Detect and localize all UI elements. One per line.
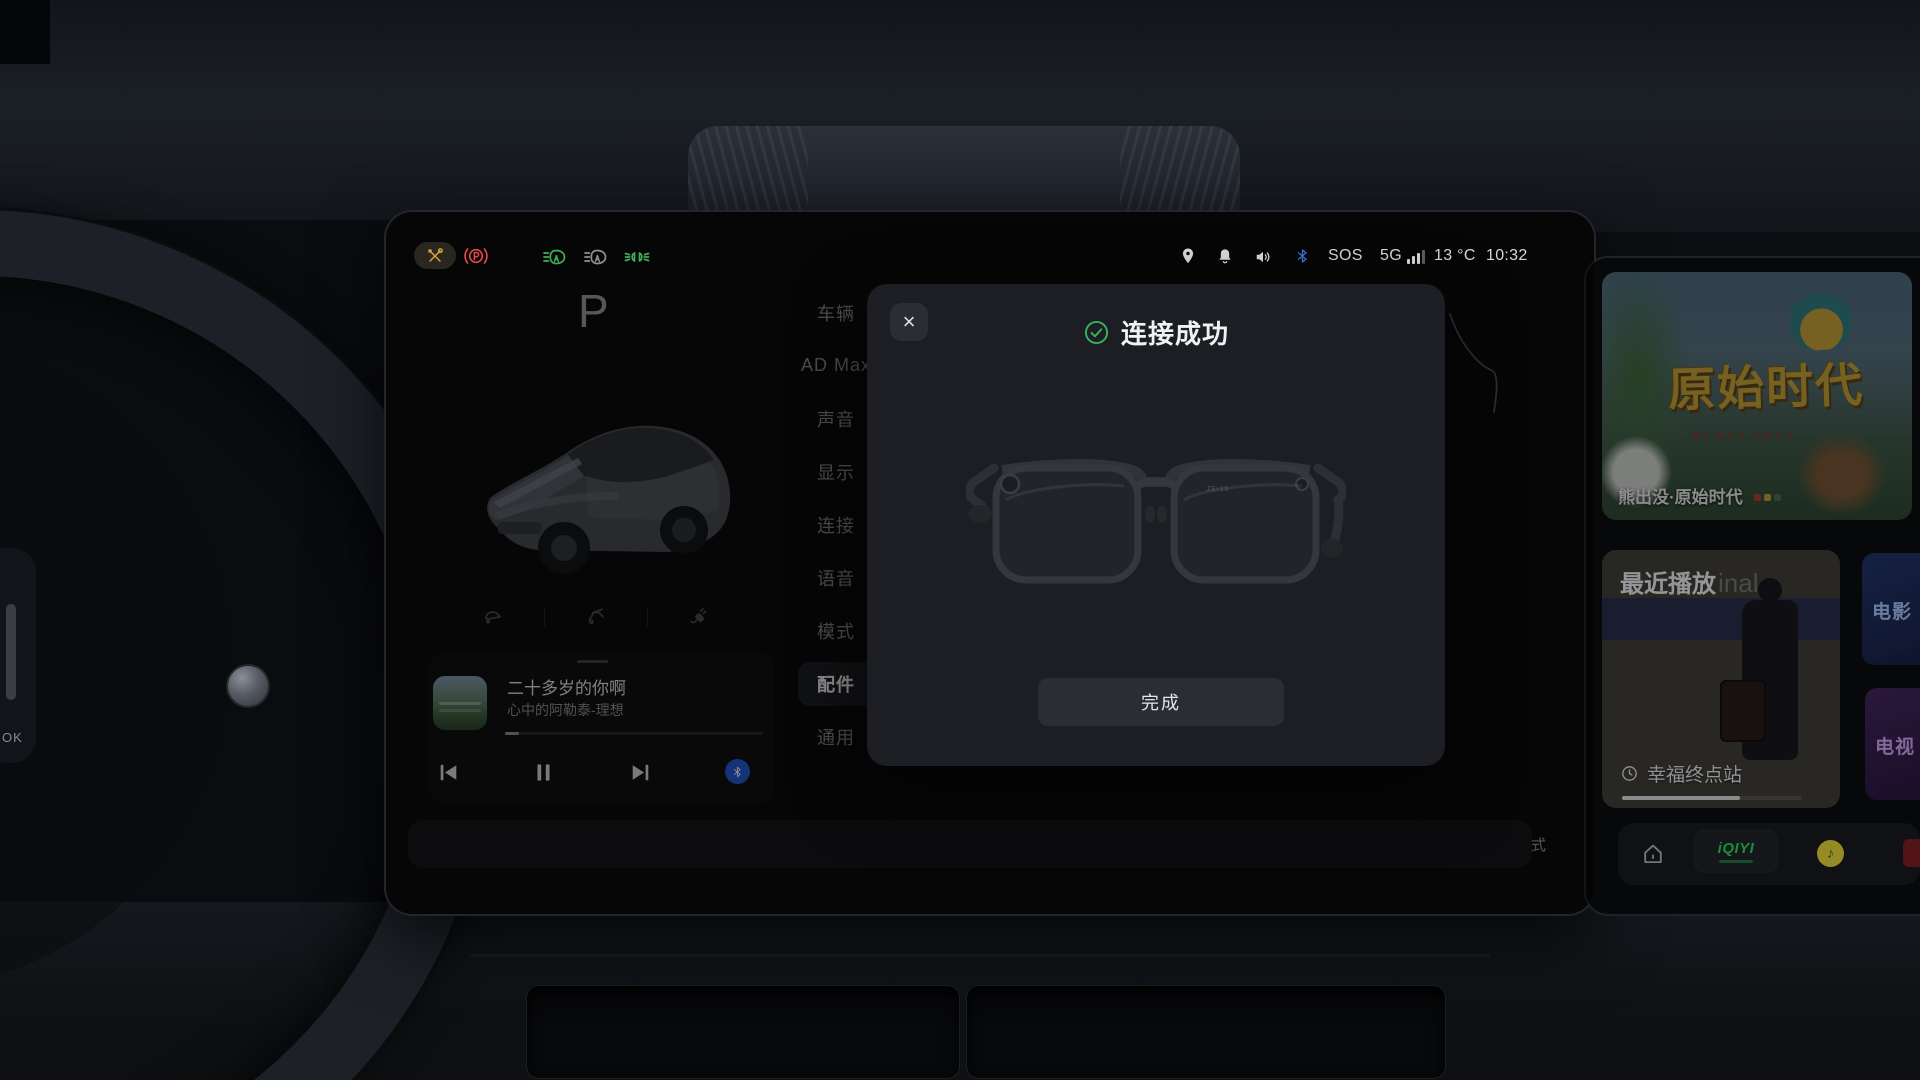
accessories-page-glasses-arm [1447, 310, 1507, 420]
service-tools-icon [425, 246, 445, 266]
signal-bars-icon [1407, 250, 1425, 264]
position-lamp-icon [623, 246, 651, 268]
bluetooth-icon [1294, 245, 1311, 267]
smart-glasses-image [966, 430, 1346, 596]
interior-shadow [0, 0, 50, 64]
parking-brake-warning-icon [463, 245, 489, 267]
status-clock: 10:32 [1486, 247, 1528, 265]
service-mode-badge [414, 242, 456, 269]
speaker-grille-right [1120, 126, 1240, 222]
cabin-scene: OK [0, 0, 1920, 1080]
done-button[interactable]: 完成 [1038, 678, 1284, 726]
speaker-grille-left [688, 126, 808, 222]
passenger-display: 原始时代 BLAST INTO 熊出没·原始时代 最近播放inal 幸福终点站 [1586, 258, 1920, 914]
dashboard-trim-line [470, 954, 1490, 957]
dashboard-speaker-hump [688, 126, 1240, 222]
location-icon [1178, 245, 1198, 267]
steering-roller-knob[interactable] [226, 664, 270, 708]
steering-ok-button[interactable]: OK [2, 730, 23, 745]
notification-bell-icon [1215, 246, 1235, 267]
success-check-icon [1083, 319, 1110, 346]
outside-temperature: 13 °C [1434, 247, 1476, 265]
volume-icon [1252, 247, 1274, 267]
air-vent-left [527, 986, 959, 1078]
center-display: SOS 5G 13 °C 10:32 P [386, 212, 1594, 914]
steering-control-slider[interactable] [6, 604, 16, 700]
connection-success-modal: × 连接成功 [867, 284, 1445, 766]
auto-headlight-off-icon [582, 246, 609, 268]
modal-header: 连接成功 [867, 314, 1445, 351]
passenger-dim-layer [1586, 258, 1920, 914]
network-label: 5G [1380, 247, 1402, 265]
glasses-brand-text: ZEISS [1207, 487, 1229, 493]
sos-label[interactable]: SOS [1328, 247, 1363, 265]
auto-headlight-on-icon [541, 246, 568, 268]
modal-title: 连接成功 [1121, 314, 1229, 351]
air-vent-right [967, 986, 1445, 1078]
